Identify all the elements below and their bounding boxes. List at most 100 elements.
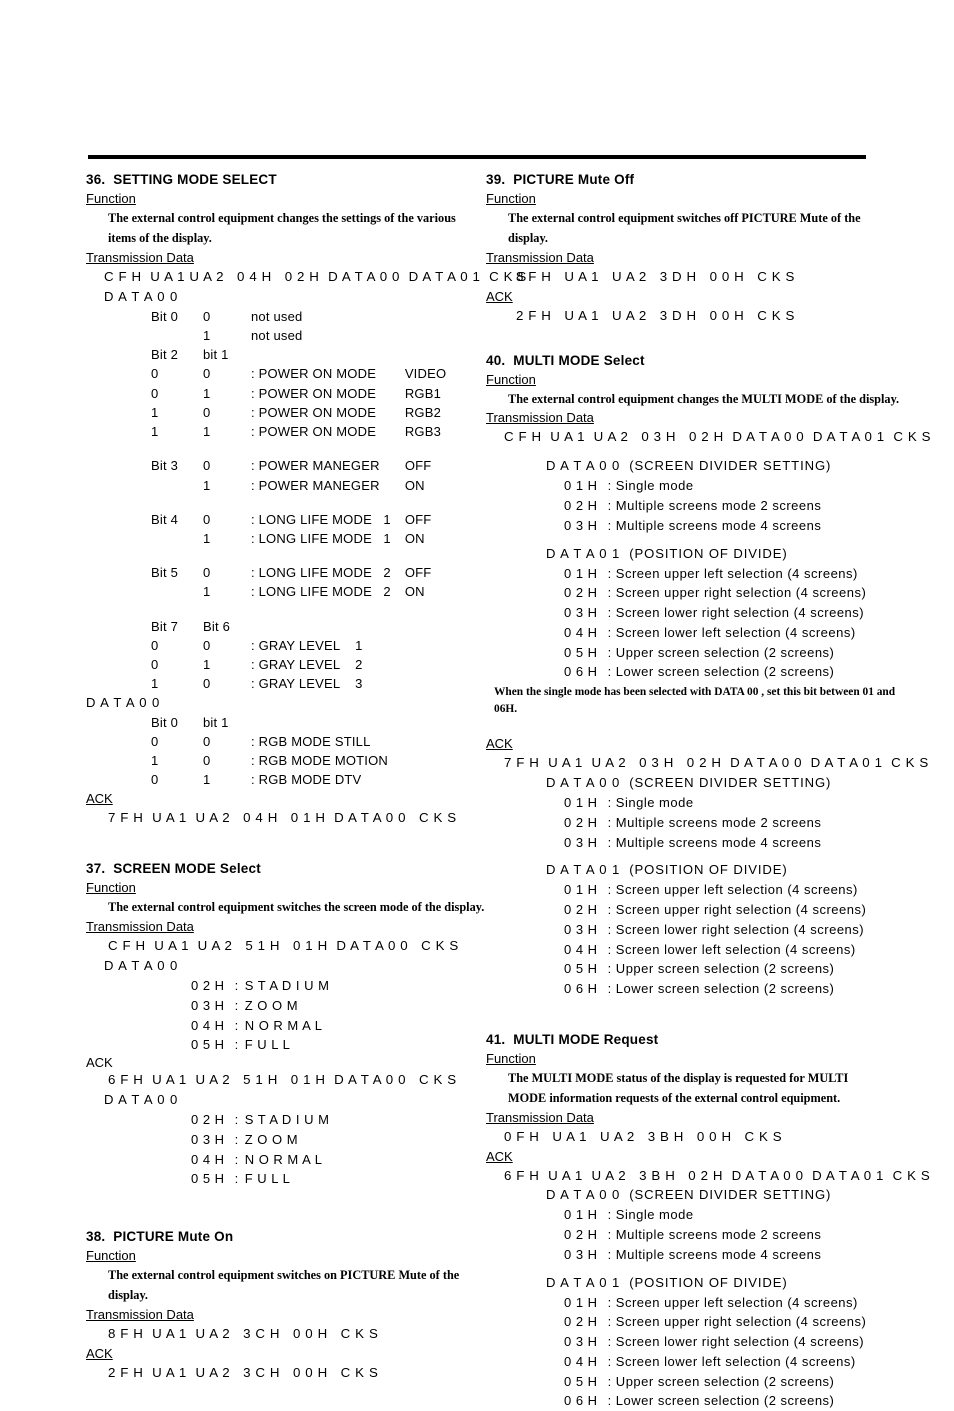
bit-value: 0	[203, 366, 211, 382]
table-row: Bit 2 bit 1	[86, 345, 446, 364]
bit-label: Bit 2	[151, 347, 179, 363]
bit-desc: not used	[251, 308, 303, 324]
bit-label: 0	[151, 733, 159, 749]
table-row: 1: LONG LIFE MODE 2 ON	[86, 582, 446, 601]
list-item: 0 1 H : Single mode	[486, 793, 821, 813]
bit-desc: : POWER ON MODE	[251, 385, 377, 401]
bit-desc: : LONG LIFE MODE 1	[251, 511, 391, 527]
row-spacer	[86, 495, 446, 510]
bit-label: 1	[151, 424, 159, 440]
function-label: Function	[486, 371, 536, 387]
desc-cell: : Lower screen selection (2 screens)	[607, 981, 835, 997]
mode-code: 0 4 H	[191, 1017, 225, 1033]
function-label: Function	[86, 191, 136, 206]
list-item: 0 3 H: Screen lower right selection (4 s…	[486, 920, 866, 940]
section-40-tx-hex: C F H U A 1 U A 2 0 3 H 0 2 H D A T A 0 …	[504, 429, 932, 445]
bit-extra: OFF	[404, 565, 432, 581]
mode-sep: :	[234, 978, 239, 994]
ack-label: ACK	[86, 1055, 113, 1071]
list-item: 0 5 H : Upper screen selection (2 screens…	[486, 959, 866, 979]
section-37-function-text: The external control equipment switches …	[108, 900, 485, 915]
bit-desc: : LONG LIFE MODE 2	[251, 584, 391, 600]
list-item: 0 3 H: Multiple screens mode 4 screens	[486, 1245, 821, 1265]
section-36-ack-hex: 7 F H U A 1 U A 2 0 4 H 0 1 H D A T A 0 …	[108, 809, 457, 825]
bit-label: 1	[151, 404, 159, 420]
section-41-tx-hex: 0 F H U A 1 U A 2 3 B H 0 0 H C K S	[504, 1128, 783, 1144]
bit-desc	[251, 345, 405, 364]
bit-extra	[405, 307, 446, 326]
bit-label	[86, 582, 203, 601]
bit-extra: RGB3	[404, 424, 442, 440]
bit-value: bit 1	[203, 347, 229, 363]
bit-label: 0	[151, 366, 159, 382]
mode-sep: :	[234, 1131, 239, 1147]
list-item: 0 1 H: Screen upper left selection (4 sc…	[486, 880, 866, 900]
transmission-data-label: Transmission Data	[86, 249, 194, 265]
table-row: 0 1: GRAY LEVEL 2	[86, 655, 446, 674]
section-40-ack-position-rows: 0 1 H: Screen upper left selection (4 sc…	[486, 880, 866, 999]
section-36-function-text: The external control equipment changes t…	[108, 211, 456, 245]
bit-value: 1	[203, 531, 211, 547]
desc-cell: : Screen lower right selection (4 screen…	[607, 605, 865, 621]
code-cell: 0 5 H	[564, 961, 598, 977]
code-cell: 0 1 H	[564, 795, 598, 811]
list-item: 0 5 H: F U L L	[86, 1035, 329, 1055]
section-39: 39. PICTURE Mute Off Function The extern…	[486, 172, 906, 327]
list-item: 0 3 H: Multiple screens mode 4 screens	[486, 516, 821, 536]
section-37-title: 37. SCREEN MODE Select	[86, 861, 261, 877]
bit-label	[86, 326, 203, 345]
code-cell: 0 1 H	[564, 565, 598, 581]
bit-desc: : LONG LIFE MODE 2	[251, 565, 391, 581]
bit-label: 1	[151, 753, 159, 769]
section-36-bit-rows: Bit 0 0 not used 1 not used Bit 2 bit 1 0 0: …	[86, 307, 446, 694]
bit-value: 1	[203, 424, 211, 440]
mode-code: 0 4 H	[191, 1151, 225, 1167]
code-cell: 0 2 H	[564, 498, 598, 514]
code-cell: 0 1 H	[564, 1207, 598, 1223]
bit-value: 1	[203, 772, 211, 788]
bit-value: Bit 6	[203, 618, 231, 634]
section-40-tx-divider-label: D A T A 0 0 (SCREEN DIVIDER SETTING)	[546, 458, 832, 474]
desc-cell: : Single mode	[607, 795, 694, 811]
desc-cell: : Multiple screens mode 4 screens	[607, 1246, 822, 1262]
bit-desc: : POWER MANEGER	[251, 458, 380, 474]
list-item: 0 5 H: Upper screen selection (2 screens…	[486, 1372, 866, 1392]
block-gap	[486, 718, 906, 735]
mode-sep: :	[234, 1151, 239, 1167]
ack-label: ACK	[486, 288, 513, 304]
bit-value: 0	[203, 511, 211, 527]
row-spacer	[86, 441, 446, 456]
section-38-title: 38. PICTURE Mute On	[86, 1229, 234, 1245]
mode-name: F U L L	[244, 1037, 291, 1053]
mode-sep: :	[234, 1171, 239, 1187]
table-row: 1 0: GRAY LEVEL 3	[86, 674, 446, 693]
transmission-data-label: Transmission Data	[86, 1306, 194, 1322]
section-41-ack-position-rows: 0 1 H: Screen upper left selection (4 sc…	[486, 1293, 866, 1411]
bit-value: 1	[203, 327, 211, 343]
bit-desc: : POWER ON MODE	[251, 424, 377, 440]
list-item: 0 6 H: Lower screen selection (2 screens…	[486, 1391, 866, 1411]
list-item: 0 3 H: Z O O M	[86, 996, 329, 1016]
section-36: 36. SETTING MODE SELECT Function The ext…	[86, 172, 526, 828]
block-gap	[486, 852, 906, 861]
table-row: Bit 5 0: LONG LIFE MODE 2 OFF	[86, 563, 446, 582]
section-40-ack-position-table: 0 1 H: Screen upper left selection (4 sc…	[486, 880, 866, 999]
bit-label: Bit 7	[151, 618, 179, 634]
mode-code: 0 3 H	[191, 997, 225, 1013]
bit-desc	[251, 713, 402, 732]
section-41-ack-hex: 6 F H U A 1 U A 2 3 B H 0 2 H D A T A 0 …	[504, 1167, 931, 1183]
desc-cell: : Upper screen selection (2 screens)	[607, 961, 835, 977]
section-40-tx-divider-rows: 0 1 H: Single mode 0 2 H: Multiple scree…	[486, 476, 821, 535]
bit-extra	[405, 674, 446, 693]
section-41-function-text: The MULTI MODE status of the display is …	[508, 1070, 849, 1105]
bit-extra: OFF	[404, 458, 432, 474]
desc-cell: : Multiple screens mode 2 screens	[607, 814, 822, 830]
code-cell: 0 1 H	[564, 478, 598, 494]
section-36-data00-label-2: D A T A 0 0	[86, 694, 161, 710]
list-item: 0 5 H: Upper screen selection (2 screens…	[486, 643, 866, 663]
mode-name: F U L L	[244, 1171, 291, 1187]
section-38-function-text: The external control equipment switches …	[108, 1268, 460, 1302]
section-40-ack-divider-table: 0 1 H: Single mode 0 2 H: Multiple scree…	[486, 793, 821, 852]
ack-label: ACK	[486, 736, 513, 752]
